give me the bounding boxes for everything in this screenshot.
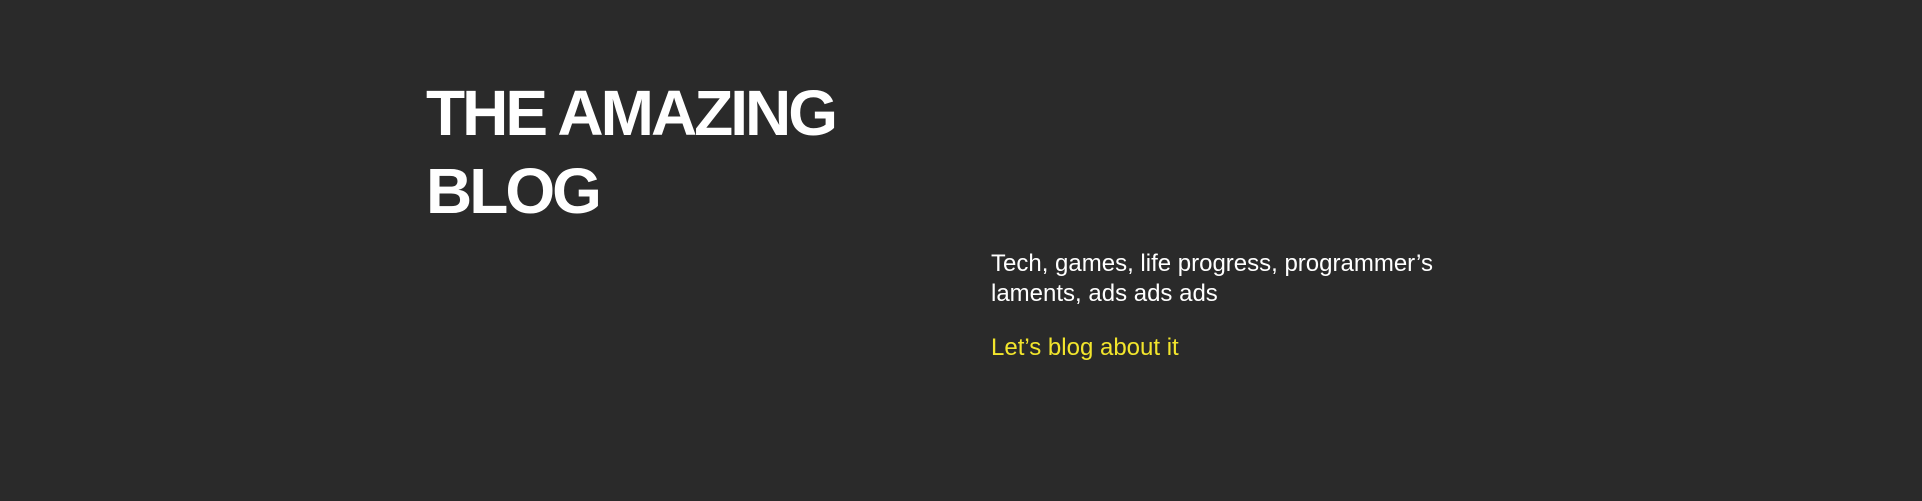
hero-tagline: Tech, games, life progress, programmer’s… bbox=[991, 250, 1433, 307]
hero-section: THE AMAZING BLOG Tech, games, life progr… bbox=[0, 0, 1922, 501]
page-title: THE AMAZING BLOG bbox=[426, 77, 838, 227]
blog-cta-link[interactable]: Let’s blog about it bbox=[991, 333, 1179, 363]
hero-aside: Tech, games, life progress, programmer’s… bbox=[991, 249, 1511, 363]
